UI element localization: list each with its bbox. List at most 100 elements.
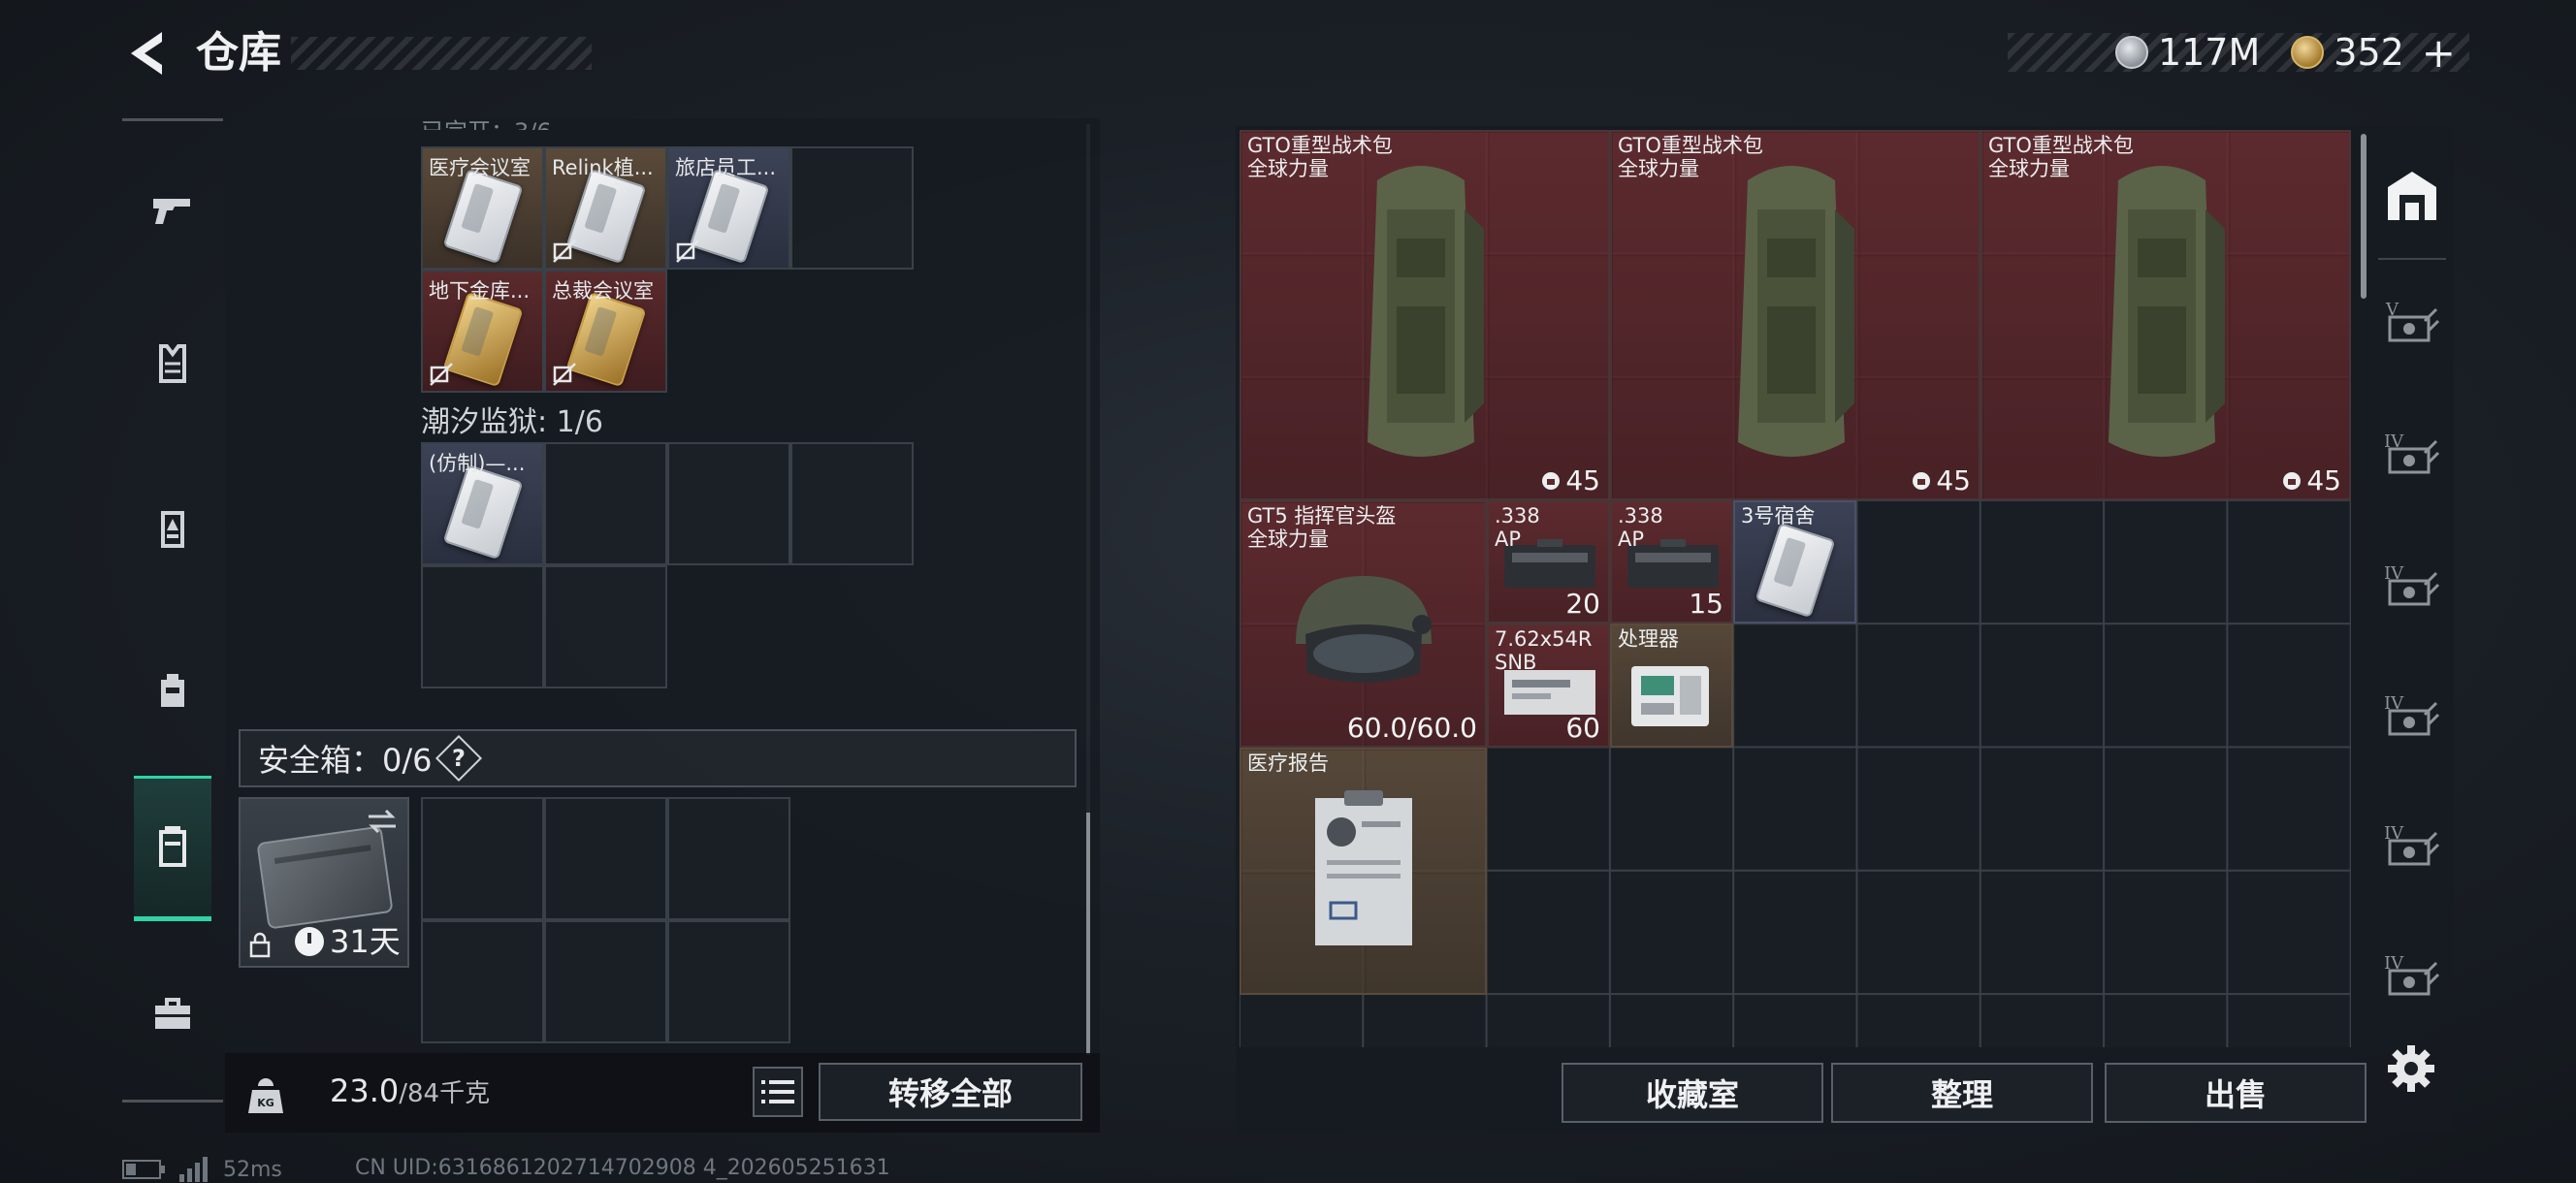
- item-brand: 全球力量: [1988, 157, 2070, 180]
- keycard-image: [1755, 522, 1836, 619]
- keycard-item[interactable]: 总裁会议室: [544, 270, 667, 393]
- helmet-image: [1296, 576, 1432, 683]
- nav-armor-tab[interactable]: [134, 291, 211, 436]
- uid-text: CN UID:6316861202714702908 4_20260525163…: [355, 1156, 890, 1180]
- pouch-icon: [159, 826, 186, 867]
- keycard-image: [442, 291, 524, 388]
- status-bar: 52ms: [122, 1156, 282, 1183]
- processor-item[interactable]: 处理器: [1610, 623, 1733, 748]
- empty-slot[interactable]: [544, 797, 667, 920]
- keycard-progress-label: 已完开：3/6: [421, 112, 552, 130]
- empty-slot[interactable]: [667, 797, 790, 920]
- toolbox-icon: [155, 998, 190, 1029]
- item-brand: 全球力量: [1247, 528, 1329, 551]
- sort-button[interactable]: 整理: [1831, 1063, 2093, 1123]
- storage-tab-iv[interactable]: IV: [2370, 396, 2454, 512]
- nav-case-tab[interactable]: [134, 941, 211, 1086]
- storage-tab-v[interactable]: V: [2370, 264, 2454, 380]
- clock-icon: [295, 927, 324, 956]
- list-view-button[interactable]: [753, 1067, 803, 1117]
- capacity-icon: [1913, 472, 1931, 490]
- item-brand: 全球力量: [1618, 157, 1699, 180]
- transfer-all-button[interactable]: 转移全部: [819, 1063, 1082, 1121]
- document-item[interactable]: 医疗报告: [1240, 748, 1487, 995]
- no-trade-icon: [676, 240, 699, 263]
- item-name: .338: [1618, 504, 1663, 528]
- storage-tab-home[interactable]: [2370, 138, 2454, 254]
- keycard-item[interactable]: 3号宿舍: [1733, 500, 1856, 623]
- nav-weapons-tab[interactable]: [134, 136, 211, 281]
- chest-rig-icon: [161, 511, 184, 548]
- empty-slot[interactable]: [544, 442, 667, 565]
- signal-icon: [179, 1157, 208, 1182]
- help-button[interactable]: ?: [435, 734, 482, 783]
- ammo-item[interactable]: .338 AP 20: [1487, 500, 1610, 623]
- add-currency-button[interactable]: +: [2422, 29, 2456, 77]
- capacity-label: 45: [1540, 464, 1600, 496]
- ammo-item[interactable]: .338 AP 15: [1610, 500, 1733, 623]
- helmet-item[interactable]: GT5 指挥官头盔 全球力量 60.0/60.0: [1240, 500, 1487, 748]
- keycard-item[interactable]: Relink植...: [544, 146, 667, 270]
- keycard-item[interactable]: 地下金库...: [421, 270, 544, 393]
- capacity-label: 45: [1911, 464, 1971, 496]
- backpack-image: [1368, 166, 1484, 457]
- ammo-item[interactable]: 7.62x54R SNB 60: [1487, 623, 1610, 748]
- item-name: .338: [1495, 504, 1540, 528]
- nav-pouch-tab[interactable]: [134, 776, 211, 921]
- vest-icon: [159, 344, 186, 383]
- weight-current: 23.0: [330, 1072, 400, 1109]
- storage-tab-iv[interactable]: IV: [2370, 528, 2454, 644]
- tide-prison-label: 潮汐监狱: 1/6: [421, 405, 603, 439]
- storage-scrollbar-thumb[interactable]: [2361, 134, 2367, 299]
- empty-slot[interactable]: [790, 442, 914, 565]
- empty-slot[interactable]: [421, 920, 544, 1043]
- keycard-item[interactable]: 医疗会议室: [421, 146, 544, 270]
- safebox-label: 安全箱：0/6: [258, 742, 433, 779]
- capacity-icon: [2283, 472, 2302, 490]
- swap-icon[interactable]: [365, 807, 400, 836]
- empty-slot[interactable]: [667, 442, 790, 565]
- durability-label: 60.0/60.0: [1346, 712, 1477, 744]
- storage-tab-iv-icon: IV: [2384, 563, 2440, 606]
- gear-icon[interactable]: [2384, 1041, 2438, 1096]
- empty-slot[interactable]: [667, 920, 790, 1043]
- safebox-case-slot[interactable]: 31天: [239, 797, 409, 968]
- empty-slot[interactable]: [421, 565, 544, 688]
- item-name: GTO重型战术包: [1618, 134, 1763, 157]
- keycard-item[interactable]: 旅店员工...: [667, 146, 790, 270]
- sell-button[interactable]: 出售: [2105, 1063, 2367, 1123]
- ping-text: 52ms: [223, 1157, 282, 1182]
- item-sub: SNB: [1495, 651, 1537, 674]
- storage-tab-iv[interactable]: IV: [2370, 787, 2454, 904]
- no-trade-icon: [553, 363, 576, 386]
- left-scrollbar-thumb[interactable]: [1086, 813, 1090, 1055]
- nav-backpack-tab[interactable]: [134, 617, 211, 762]
- rail-divider: [122, 118, 223, 121]
- empty-slot[interactable]: [421, 797, 544, 920]
- keycard-item[interactable]: (仿制)—...: [421, 442, 544, 565]
- page-title: 仓库: [196, 28, 281, 78]
- backpack-item[interactable]: GTO重型战术包 全球力量 45: [1240, 130, 1610, 500]
- pistol-icon: [153, 199, 190, 224]
- storage-tab-iv[interactable]: IV: [2370, 917, 2454, 1034]
- item-name: GTO重型战术包: [1988, 134, 2134, 157]
- back-button[interactable]: [116, 21, 175, 85]
- storage-tab-iv-icon: IV: [2384, 693, 2440, 736]
- empty-slot[interactable]: [544, 565, 667, 688]
- empty-slot[interactable]: [790, 146, 914, 270]
- storage-tab-iv-icon: IV: [2384, 432, 2440, 474]
- safe-case-image: [256, 825, 394, 930]
- no-trade-icon: [553, 240, 576, 263]
- backpack-image: [1738, 166, 1854, 457]
- item-name: 处理器: [1618, 627, 1679, 651]
- collection-room-button[interactable]: 收藏室: [1562, 1063, 1823, 1123]
- empty-slot[interactable]: [544, 920, 667, 1043]
- keycard-image: [565, 291, 647, 388]
- backpack-item[interactable]: GTO重型战术包 全球力量 45: [1980, 130, 2351, 500]
- gold-coin-icon: [2291, 36, 2325, 69]
- nav-rig-tab[interactable]: [134, 456, 211, 601]
- storage-tab-iv[interactable]: IV: [2370, 657, 2454, 774]
- backpack-item[interactable]: GTO重型战术包 全球力量 45: [1610, 130, 1980, 500]
- weight-max: /84千克: [399, 1079, 491, 1108]
- quantity-label: 20: [1565, 588, 1600, 620]
